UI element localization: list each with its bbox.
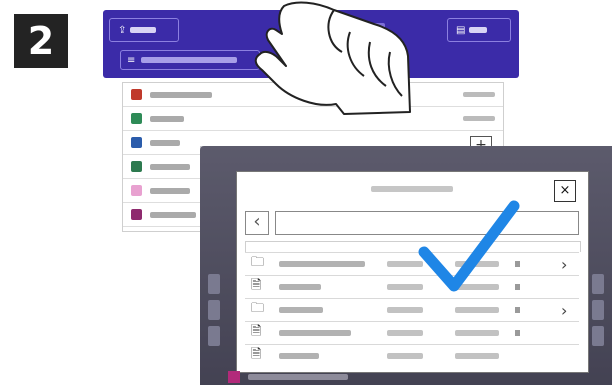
side-tile bbox=[592, 300, 604, 320]
file-picker-dialog: × ‹ 🗀 › 🗎 🗀 › 🗎 🗎 bbox=[236, 171, 589, 373]
row-name-blurred bbox=[279, 330, 351, 336]
row-size-blurred bbox=[455, 330, 499, 336]
side-tile bbox=[592, 326, 604, 346]
step-number-badge: 2 bbox=[14, 14, 68, 68]
close-button[interactable]: × bbox=[554, 180, 576, 202]
checkmark-icon bbox=[418, 200, 520, 292]
upload-label-blurred bbox=[130, 27, 157, 33]
row-date-blurred bbox=[387, 353, 423, 359]
side-tile bbox=[208, 326, 220, 346]
sheet-icon bbox=[131, 161, 142, 172]
side-tile bbox=[592, 274, 604, 294]
row-name-blurred bbox=[279, 307, 323, 313]
list-item-name-blurred bbox=[150, 139, 180, 146]
scan-icon: ▤ bbox=[456, 24, 466, 36]
table-row[interactable]: 🗎 bbox=[245, 321, 579, 344]
side-tile bbox=[208, 300, 220, 320]
pdf-icon bbox=[131, 89, 142, 100]
upload-button[interactable]: ⇪ bbox=[109, 18, 179, 42]
table-row[interactable]: 🗀 › bbox=[245, 252, 579, 275]
list-item-name-blurred bbox=[150, 115, 184, 122]
row-date-blurred bbox=[387, 307, 423, 313]
chevron-right-icon[interactable]: › bbox=[561, 301, 567, 320]
row-name-blurred bbox=[279, 284, 321, 290]
list-item-meta-blurred bbox=[463, 92, 495, 97]
list-item-name-blurred bbox=[150, 91, 212, 98]
dialog-title-blurred bbox=[371, 186, 453, 192]
filter-text-blurred bbox=[141, 57, 238, 63]
back-button[interactable]: ‹ bbox=[245, 211, 269, 235]
scan-label-blurred bbox=[469, 27, 488, 33]
upload-icon: ⇪ bbox=[118, 24, 127, 36]
row-count-blurred bbox=[515, 330, 520, 336]
row-name-blurred bbox=[279, 261, 365, 267]
file-icon: 🗎 bbox=[251, 324, 262, 339]
doc-icon bbox=[131, 137, 142, 148]
image-icon bbox=[131, 113, 142, 124]
chevron-right-icon[interactable]: › bbox=[561, 255, 567, 274]
list-item-name-blurred bbox=[150, 211, 196, 218]
scan-button[interactable]: ▤ bbox=[447, 18, 511, 42]
row-size-blurred bbox=[455, 353, 499, 359]
folder-icon: 🗀 bbox=[251, 255, 265, 270]
file-icon: 🗎 bbox=[251, 347, 262, 362]
folder-icon bbox=[131, 209, 142, 220]
row-name-blurred bbox=[279, 353, 319, 359]
table-row[interactable]: 🗀 › bbox=[245, 298, 579, 321]
row-date-blurred bbox=[387, 330, 423, 336]
table-row[interactable]: 🗎 bbox=[245, 275, 579, 298]
table-row[interactable]: 🗎 bbox=[245, 344, 579, 367]
list-item-name-blurred bbox=[150, 163, 190, 170]
list-item-meta-blurred bbox=[463, 116, 495, 121]
file-icon bbox=[131, 185, 142, 196]
app-icon bbox=[228, 371, 240, 383]
file-icon: 🗎 bbox=[251, 278, 262, 293]
row-size-blurred bbox=[455, 307, 499, 313]
list-header bbox=[245, 241, 581, 252]
device-status-blurred bbox=[248, 374, 348, 380]
row-count-blurred bbox=[515, 307, 520, 313]
dialog-file-list: 🗀 › 🗎 🗀 › 🗎 🗎 bbox=[245, 252, 579, 367]
list-item-name-blurred bbox=[150, 187, 190, 194]
hand-pointer-icon bbox=[254, 1, 411, 115]
filter-icon: ≡ bbox=[127, 54, 136, 66]
folder-icon: 🗀 bbox=[251, 301, 265, 316]
side-tile bbox=[208, 274, 220, 294]
